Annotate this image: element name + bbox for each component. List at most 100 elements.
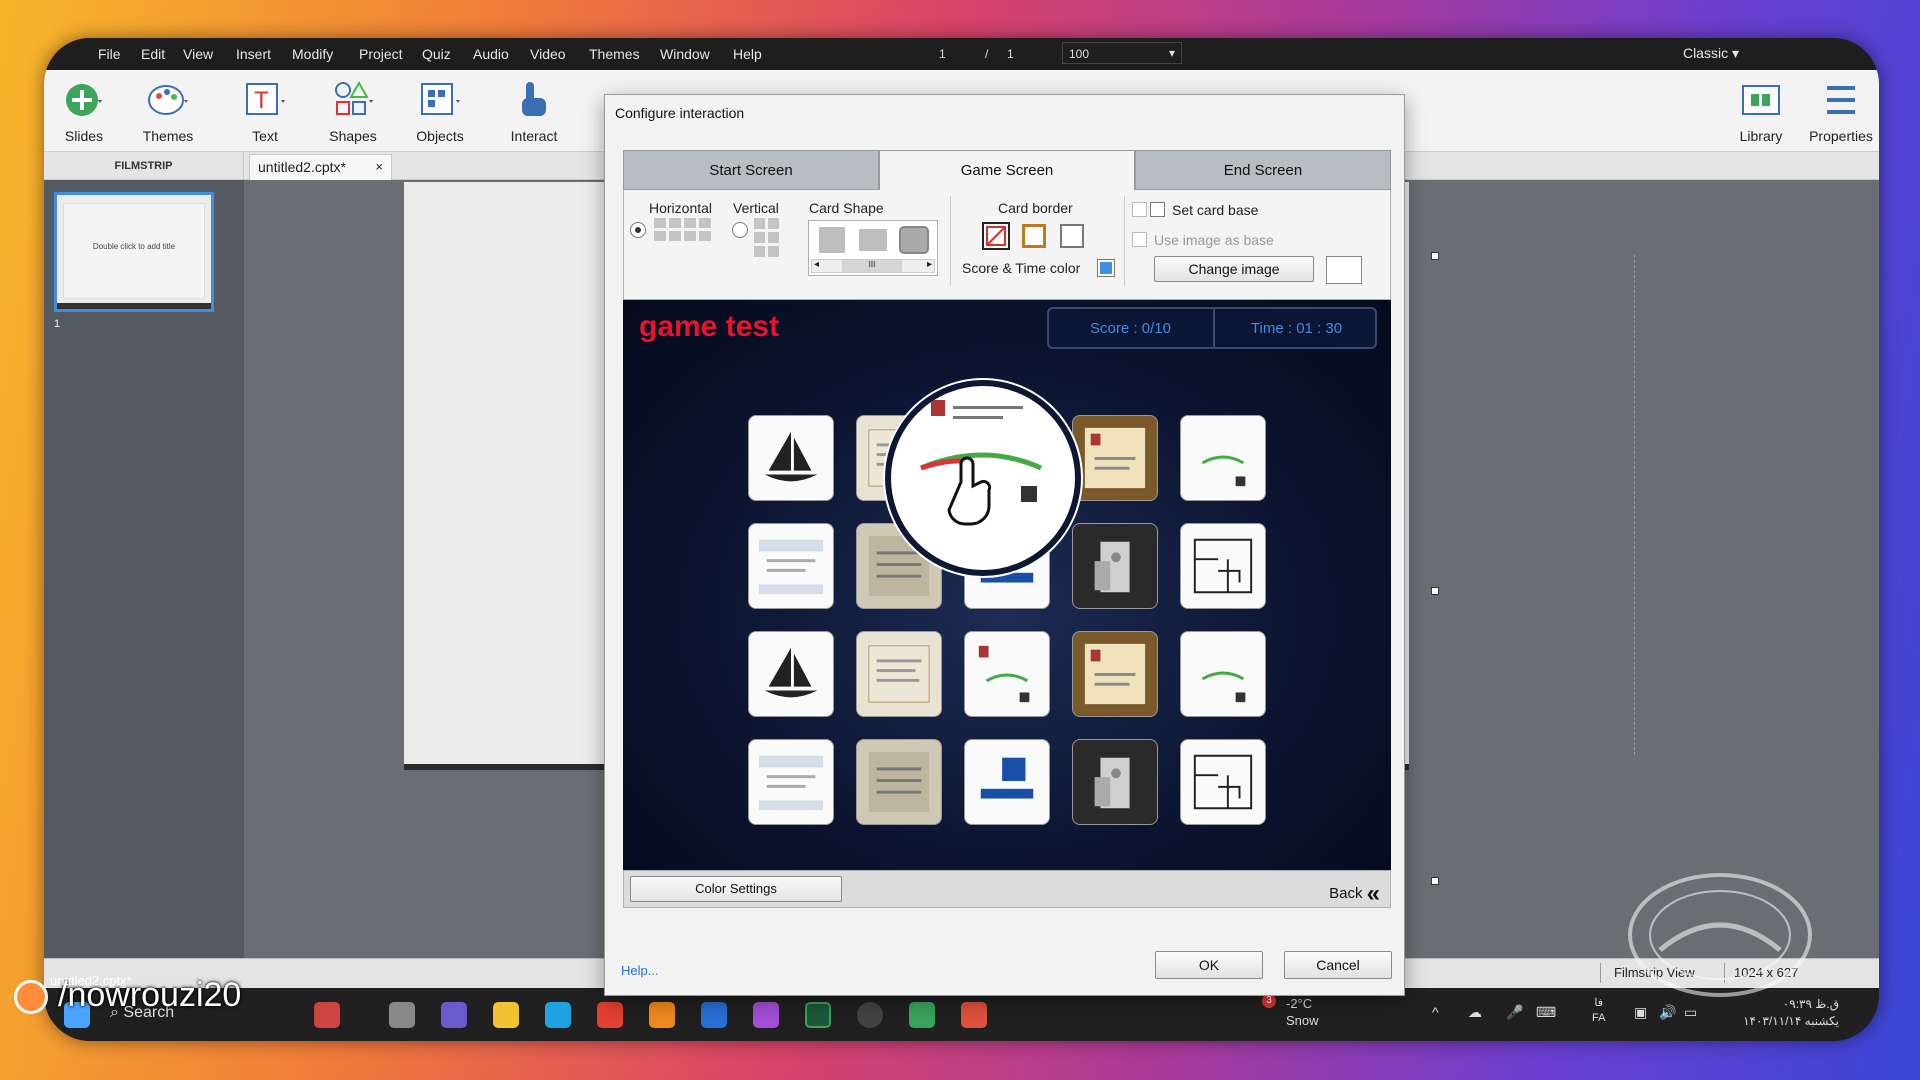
slides-button[interactable]: Slides <box>44 80 124 144</box>
card-border-none[interactable] <box>982 222 1010 250</box>
help-link[interactable]: Help... <box>621 963 659 978</box>
vertical-label: Vertical <box>733 200 779 216</box>
color-settings-button[interactable]: Color Settings <box>630 876 842 902</box>
copilot-icon[interactable] <box>753 1002 779 1028</box>
tab-end-screen[interactable]: End Screen <box>1135 150 1391 190</box>
scroll-left-icon[interactable]: ◂ <box>814 259 819 270</box>
library-button[interactable]: Library <box>1721 80 1801 144</box>
dialog-tabs: Start Screen Game Screen End Screen <box>623 150 1391 190</box>
close-icon[interactable]: × <box>375 159 383 174</box>
slide-current[interactable]: 1 <box>939 47 946 61</box>
themes-button[interactable]: Themes <box>128 80 208 144</box>
tray-cloud-icon[interactable]: ☁ <box>1468 1004 1482 1021</box>
menu-modify[interactable]: Modify <box>292 46 333 62</box>
themes-label: Themes <box>142 128 194 144</box>
properties-button[interactable]: Properties <box>1801 80 1879 144</box>
card-document[interactable] <box>748 739 834 825</box>
score-time-color-swatch[interactable] <box>1097 259 1115 277</box>
properties-label: Properties <box>1809 128 1873 144</box>
card-shape-square[interactable] <box>819 227 845 253</box>
teams-icon[interactable] <box>441 1002 467 1028</box>
menu-file[interactable]: File <box>98 46 121 62</box>
tab-game-screen[interactable]: Game Screen <box>879 150 1135 190</box>
sports-widget-icon[interactable] <box>314 1002 340 1028</box>
keyboard-icon[interactable]: ⌨ <box>1536 1004 1556 1021</box>
menu-bar: File Edit View Insert Modify Project Qui… <box>44 38 1879 70</box>
document-tab[interactable]: untitled2.cptx* × <box>249 154 392 180</box>
card-letter[interactable] <box>964 631 1050 717</box>
objects-label: Objects <box>416 128 464 144</box>
use-image-as-base-checkbox[interactable] <box>1132 232 1147 247</box>
menu-edit[interactable]: Edit <box>141 46 165 62</box>
card-castle[interactable] <box>1072 739 1158 825</box>
language-top: فا <box>1594 997 1604 1009</box>
tray-chevron-icon[interactable]: ^ <box>1432 1004 1439 1020</box>
menu-help[interactable]: Help <box>733 46 762 62</box>
edge-icon[interactable] <box>545 1002 571 1028</box>
card-download-logo[interactable] <box>964 739 1050 825</box>
menu-insert[interactable]: Insert <box>236 46 271 62</box>
microphone-icon[interactable]: 🎤 <box>1506 1004 1523 1021</box>
card-floorplan[interactable] <box>1180 739 1266 825</box>
scroll-right-icon[interactable]: ▸ <box>927 259 932 270</box>
resize-handle[interactable] <box>1431 252 1439 260</box>
menu-video[interactable]: Video <box>530 46 566 62</box>
file-explorer-icon[interactable] <box>493 1002 519 1028</box>
scroll-thumb[interactable]: III <box>842 260 902 272</box>
card-old-paper[interactable] <box>856 739 942 825</box>
card-shape-rect[interactable] <box>859 229 887 251</box>
language-indicator[interactable]: فا FA <box>1592 996 1605 1026</box>
filename-overlay: untitled2.cptx* <box>50 973 132 988</box>
document-icon <box>758 539 824 595</box>
card-floorplan[interactable] <box>1180 523 1266 609</box>
camtasia-icon[interactable] <box>909 1002 935 1028</box>
task-view-icon[interactable] <box>389 1002 415 1028</box>
text-button[interactable]: T Text <box>225 80 305 144</box>
app-cloud-icon[interactable] <box>701 1002 727 1028</box>
card-certificate[interactable] <box>856 631 942 717</box>
menu-audio[interactable]: Audio <box>473 46 509 62</box>
menu-view[interactable]: View <box>183 46 213 62</box>
app-c-icon[interactable] <box>961 1002 987 1028</box>
card-border-orange[interactable] <box>1022 224 1046 248</box>
workspace-mode[interactable]: Classic ▾ <box>1683 45 1739 62</box>
back-button[interactable]: Back « <box>1329 877 1380 907</box>
chrome-icon[interactable] <box>597 1002 623 1028</box>
card-ship[interactable] <box>748 631 834 717</box>
menu-quiz[interactable]: Quiz <box>422 46 451 62</box>
card-ship[interactable] <box>748 415 834 501</box>
resize-handle[interactable] <box>1431 877 1439 885</box>
ok-button[interactable]: OK <box>1155 951 1263 979</box>
cancel-button[interactable]: Cancel <box>1284 951 1392 979</box>
interactions-button[interactable]: Interact <box>494 80 574 144</box>
resize-handle[interactable] <box>1431 587 1439 595</box>
zoom-select[interactable]: 100 ▾ <box>1062 42 1182 64</box>
letter-icon <box>1201 455 1246 487</box>
app-b-icon[interactable] <box>649 1002 675 1028</box>
card-shape-rounded[interactable] <box>899 226 929 254</box>
card-border-plain[interactable] <box>1060 224 1084 248</box>
captivate-icon[interactable] <box>805 1002 831 1028</box>
card-framed-diploma[interactable] <box>1072 415 1158 501</box>
slide-thumbnail-text: Double click to add title <box>63 203 205 299</box>
set-card-base-checkbox[interactable] <box>1150 202 1165 217</box>
menu-project[interactable]: Project <box>359 46 403 62</box>
game-options-panel: Horizontal Vertical Card Shape ◂ III ▸ C… <box>623 190 1391 300</box>
menu-themes[interactable]: Themes <box>589 46 640 62</box>
record-app-icon[interactable] <box>857 1002 883 1028</box>
card-letter[interactable] <box>1180 631 1266 717</box>
card-shape-scrollbar[interactable]: ◂ III ▸ <box>811 259 935 273</box>
card-document[interactable] <box>748 523 834 609</box>
card-framed-diploma[interactable] <box>1072 631 1158 717</box>
vertical-radio[interactable] <box>732 222 748 238</box>
change-image-button[interactable]: Change image <box>1154 256 1314 282</box>
slide-thumbnail[interactable]: Double click to add title <box>54 192 214 312</box>
objects-button[interactable]: Objects <box>400 80 480 144</box>
card-letter[interactable] <box>1180 415 1266 501</box>
slide-total: 1 <box>1007 47 1014 61</box>
shapes-button[interactable]: Shapes <box>313 80 393 144</box>
card-castle[interactable] <box>1072 523 1158 609</box>
horizontal-radio[interactable] <box>630 222 646 238</box>
tab-start-screen[interactable]: Start Screen <box>623 150 879 190</box>
menu-window[interactable]: Window <box>660 46 710 62</box>
